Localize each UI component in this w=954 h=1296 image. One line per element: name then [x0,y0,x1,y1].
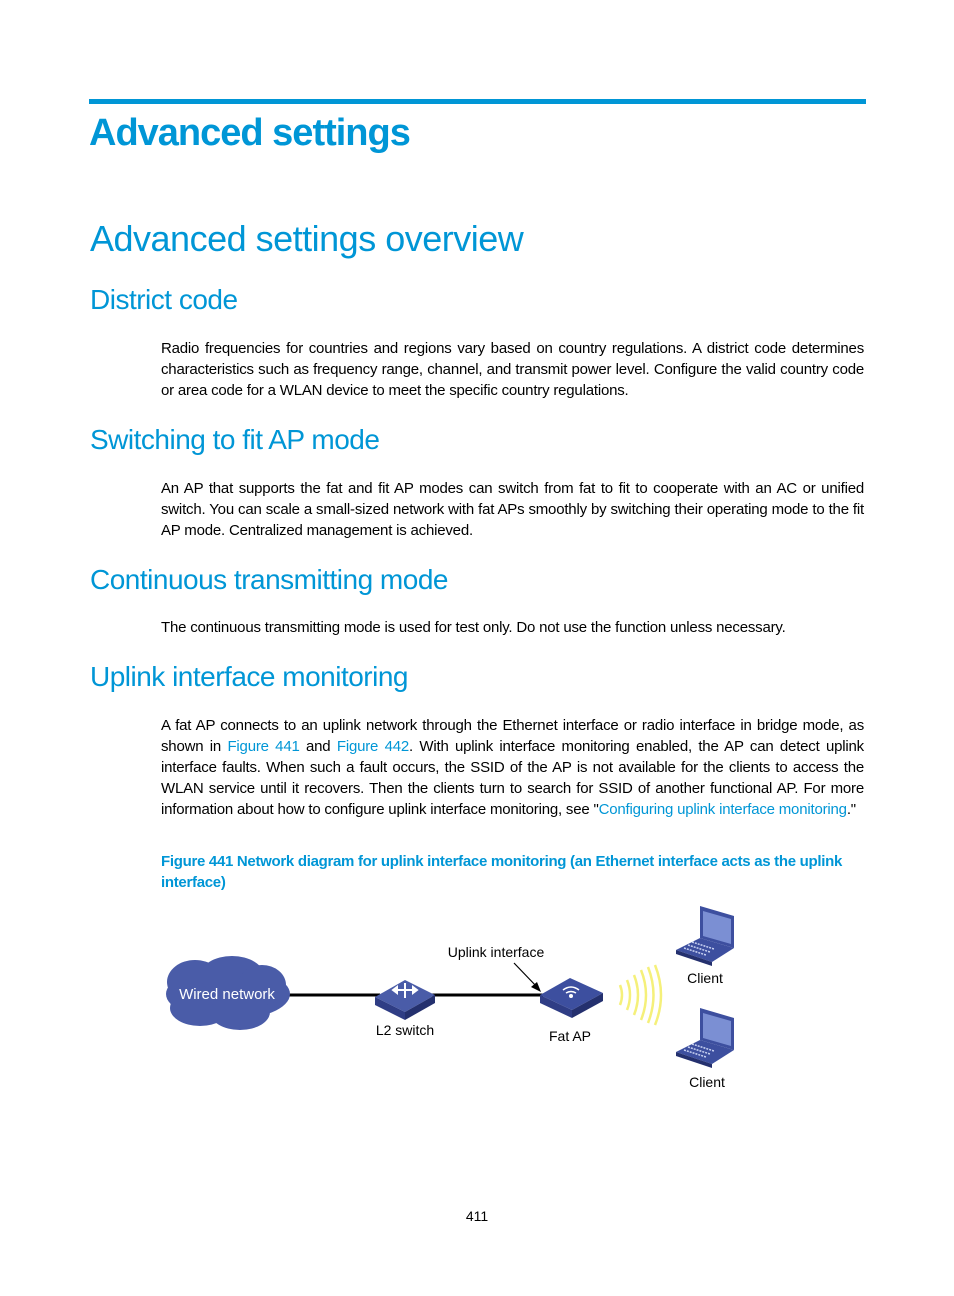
uplink-label: Uplink interface [448,944,545,960]
section-title: Advanced settings overview [90,218,524,259]
wireless-signal-icon [618,964,663,1026]
figure-442-link[interactable]: Figure 442 [337,738,409,755]
access-point-icon [540,978,603,1018]
network-diagram: Wired network L2 switch Uplink interface… [166,906,734,1090]
chapter-rule [89,99,866,104]
body-text: ." [846,801,856,818]
subsection-title-district-code: District code [90,284,238,315]
client-2-label: Client [689,1074,725,1090]
ap-label: Fat AP [549,1028,591,1044]
subsection-title-uplink-monitoring: Uplink interface monitoring [90,661,409,692]
continuous-transmitting-body: The continuous transmitting mode is used… [161,619,786,636]
laptop-icon [676,906,734,966]
subsection-title-fit-ap-mode: Switching to fit AP mode [90,424,380,455]
client-1-label: Client [687,970,723,986]
configuring-uplink-monitoring-link[interactable]: Configuring uplink interface monitoring [599,801,847,818]
switch-icon [375,980,435,1020]
uplink-monitoring-body: A fat AP connects to an uplink network t… [161,715,864,820]
figure-caption: Figure 441 Network diagram for uplink in… [161,853,842,891]
page-number: 411 [465,1208,489,1224]
subsection-title-continuous-transmitting: Continuous transmitting mode [90,564,448,595]
figure-441-link[interactable]: Figure 441 [227,738,299,755]
body-text: and [299,738,337,755]
fit-ap-mode-body: An AP that supports the fat and fit AP m… [161,480,864,539]
cloud-label: Wired network [179,986,275,1003]
chapter-title: Advanced settings [89,112,411,154]
laptop-icon [676,1008,734,1068]
switch-label: L2 switch [376,1022,434,1038]
uplink-arrowhead [531,982,541,992]
district-code-body: Radio frequencies for countries and regi… [161,340,864,399]
